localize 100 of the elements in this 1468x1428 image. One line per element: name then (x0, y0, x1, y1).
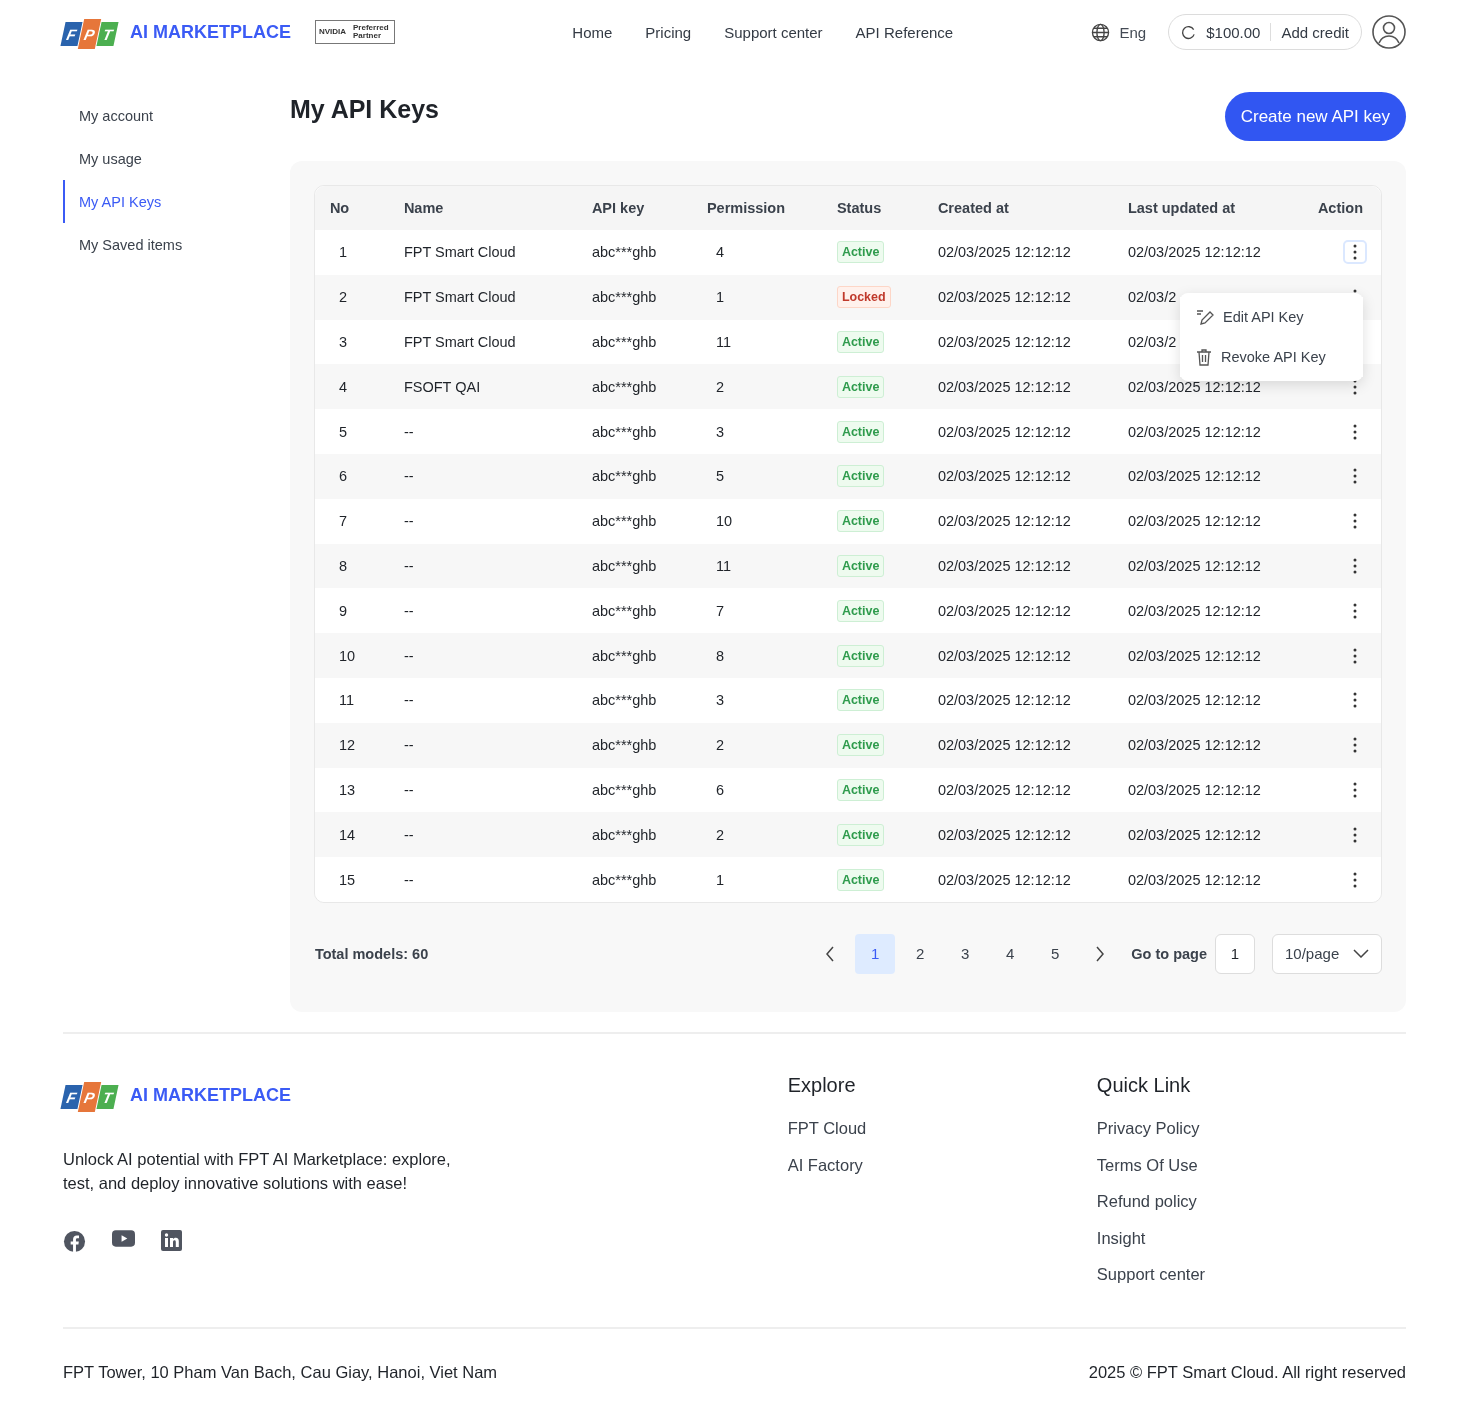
table-cell-text: 02/03/2025 12:12:12 (936, 423, 1072, 440)
footer-link[interactable]: Support center (1096, 1263, 1406, 1286)
table-cell-text: 11 (337, 692, 355, 709)
menu-item[interactable]: Revoke API Key (1180, 336, 1363, 377)
sidebar-item[interactable]: My API Keys (63, 180, 170, 223)
status-badge: Active (836, 420, 885, 443)
table-cell-text: 10 (337, 647, 357, 664)
table-cell-text: 02/03/2025 12:12:12 (1126, 602, 1262, 619)
page-title: My API Keys (289, 95, 440, 124)
table-cell-text: FPT Smart Cloud (402, 289, 517, 306)
nav-link[interactable]: Pricing (645, 23, 692, 41)
table-cell-text: abc***ghb (590, 602, 658, 619)
table-cell-text: 6 (337, 468, 348, 485)
action-menu-button[interactable] (1343, 240, 1367, 265)
table-cell-text: abc***ghb (590, 557, 658, 574)
globe-icon[interactable] (1090, 22, 1110, 42)
go-to-page-label: Go to page (1131, 945, 1207, 962)
page-size-select[interactable]: 10/page (1272, 933, 1382, 974)
table-cell-text: -- (402, 468, 415, 485)
menu-item[interactable]: Edit API Key (1180, 296, 1363, 337)
page-button[interactable]: 2 (900, 933, 941, 974)
page-button[interactable]: 5 (1035, 933, 1076, 974)
status-badge: Active (836, 823, 885, 846)
column-header: Last updated at (1126, 200, 1237, 216)
table-cell-text: FPT Smart Cloud (402, 334, 517, 350)
pencil-icon (1196, 307, 1214, 326)
table-cell-text: abc***ghb (590, 781, 658, 798)
youtube-icon[interactable] (112, 1229, 135, 1247)
add-credit-button[interactable]: Add credit (1281, 23, 1349, 41)
table-cell-text: -- (402, 781, 415, 798)
footer-link[interactable]: Privacy Policy (1096, 1117, 1406, 1140)
table-cell-text: 02/03/2025 12:12:12 (1126, 557, 1262, 574)
facebook-icon[interactable] (63, 1229, 86, 1253)
page-button[interactable]: 3 (945, 933, 986, 974)
table-cell-text: 02/03/2025 12:12:12 (1126, 781, 1262, 798)
table-cell-text: -- (402, 871, 415, 888)
table-cell-text: 02/03/2025 12:12:12 (936, 647, 1072, 664)
table-cell-text: abc***ghb (590, 826, 658, 843)
table-cell-text: abc***ghb (590, 244, 658, 261)
refresh-icon[interactable] (1181, 24, 1197, 40)
footer-tagline: Unlock AI potential with FPT AI Marketplace: explore, test, and deploy innovative solutions with ease! (63, 1148, 452, 1195)
table-cell-text: 2 (714, 737, 725, 754)
create-api-key-button[interactable]: Create new API key (1224, 92, 1406, 141)
table-cell-text: 11 (714, 557, 732, 574)
table-cell-text: 11 (714, 334, 732, 350)
logo-letter: T (96, 1084, 119, 1109)
status-badge: Active (836, 241, 885, 264)
footer-link[interactable]: Insight (1096, 1226, 1406, 1249)
go-to-page-field[interactable]: 1 (1215, 933, 1255, 974)
table-cell-text: 02/03/2025 12:12:12 (936, 692, 1072, 709)
language-selector[interactable]: Eng (1119, 23, 1147, 41)
table-cell-text: 02/03/2025 12:12:12 (936, 468, 1072, 485)
more-icon (1353, 602, 1357, 619)
status-badge: Active (836, 868, 885, 891)
footer-link[interactable]: Terms Of Use (1096, 1153, 1406, 1176)
nav-link[interactable]: API Reference (855, 23, 954, 41)
table-cell-text: 1 (714, 289, 725, 306)
column-header: API key (590, 200, 646, 216)
footer-link[interactable]: AI Factory (787, 1153, 1097, 1176)
menu-item-label: Revoke API Key (1221, 348, 1326, 365)
table-cell-text: 02/03/2025 12:12:12 (936, 737, 1072, 754)
status-badge: Active (836, 510, 885, 533)
more-icon (1353, 244, 1357, 261)
footer-link[interactable]: Refund policy (1096, 1190, 1406, 1213)
more-icon (1353, 557, 1357, 574)
table-cell-text: -- (402, 826, 415, 843)
table-cell-text: 7 (714, 602, 725, 619)
sidebar-item[interactable]: My Saved items (63, 223, 191, 266)
table-cell-text: 5 (714, 468, 725, 485)
column-header: Permission (705, 200, 787, 216)
table-cell-text: abc***ghb (590, 647, 658, 664)
table-cell-text: 2 (337, 289, 348, 306)
column-header: Action (1316, 200, 1364, 216)
table-cell-text: abc***ghb (590, 423, 658, 440)
table-cell-text: 02/03/2025 12:12:12 (936, 602, 1072, 619)
user-avatar-icon[interactable] (1372, 15, 1406, 49)
more-icon (1353, 378, 1357, 395)
table-cell-text: abc***ghb (590, 692, 658, 709)
status-badge: Active (836, 644, 885, 667)
table-cell-text: 2 (714, 826, 725, 843)
linkedin-icon[interactable] (161, 1229, 182, 1251)
sidebar-item[interactable]: My usage (63, 137, 150, 180)
more-icon (1353, 468, 1357, 485)
table-cell-text: 9 (337, 602, 348, 619)
sidebar-item[interactable]: My account (63, 94, 162, 137)
table-cell-text: 02/03/2025 12:12:12 (1126, 737, 1262, 754)
table-cell-text: 02/03/2025 12:12:12 (936, 557, 1072, 574)
page-button[interactable]: 1 (855, 933, 896, 974)
table-cell-text: 6 (714, 781, 725, 798)
nav-link[interactable]: Home (572, 23, 613, 41)
table-cell-text: abc***ghb (590, 513, 658, 530)
nav-link[interactable]: Support center (724, 23, 823, 41)
table-cell-text: 02/03/2 (1126, 289, 1178, 306)
page-button[interactable]: 4 (990, 933, 1031, 974)
table-cell-text: 3 (337, 334, 348, 350)
footer-heading: Explore (787, 1073, 857, 1097)
footer-link[interactable]: FPT Cloud (787, 1117, 1097, 1140)
status-badge: Active (836, 375, 885, 398)
table-cell-text: -- (402, 737, 415, 754)
table-cell-text: -- (402, 423, 415, 440)
